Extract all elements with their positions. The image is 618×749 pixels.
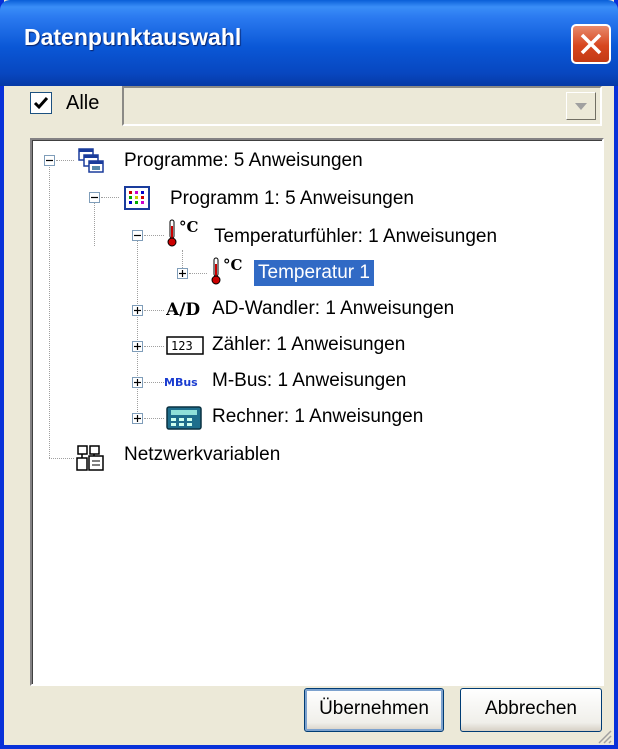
tree-line bbox=[144, 418, 164, 419]
apply-button[interactable]: Übernehmen bbox=[304, 688, 444, 732]
title-bar[interactable]: Datenpunktauswahl bbox=[0, 0, 618, 86]
tree-node-temperaturfuehler[interactable]: Temperaturfühler: 1 Anweisungen bbox=[214, 226, 497, 248]
alle-label[interactable]: Alle bbox=[66, 92, 99, 115]
combo-dropdown-button[interactable] bbox=[566, 92, 596, 120]
thermometer-icon: °C bbox=[167, 218, 199, 247]
checkmark-icon bbox=[33, 97, 49, 110]
expand-toggle[interactable] bbox=[132, 377, 143, 388]
tree-node-programme[interactable]: Programme: 5 Anweisungen bbox=[124, 150, 363, 172]
tree-line bbox=[189, 273, 207, 274]
thermometer-icon: °C bbox=[211, 256, 243, 285]
tree-line bbox=[56, 160, 74, 161]
mbus-icon: MBus bbox=[164, 376, 198, 389]
expand-toggle[interactable] bbox=[177, 268, 188, 279]
svg-text:A/D: A/D bbox=[166, 300, 200, 320]
tree-line bbox=[144, 382, 164, 383]
chevron-down-icon bbox=[575, 103, 587, 110]
programs-icon bbox=[78, 148, 104, 173]
svg-text:°C: °C bbox=[223, 256, 243, 274]
expand-toggle[interactable] bbox=[132, 305, 143, 316]
expand-toggle[interactable] bbox=[132, 413, 143, 424]
collapse-toggle[interactable] bbox=[44, 155, 55, 166]
collapse-toggle[interactable] bbox=[132, 230, 143, 241]
close-icon bbox=[580, 33, 602, 55]
tree-line bbox=[101, 197, 119, 198]
close-button[interactable] bbox=[571, 24, 611, 64]
tree-line bbox=[94, 196, 95, 246]
resize-grip-icon[interactable] bbox=[596, 728, 612, 744]
datapoint-tree[interactable]: Programme: 5 Anweisungen Programm 1: 5 A… bbox=[30, 138, 604, 686]
tree-line bbox=[49, 158, 50, 458]
network-variables-icon bbox=[76, 445, 104, 471]
cancel-button[interactable]: Abbrechen bbox=[460, 688, 602, 732]
alle-checkbox[interactable] bbox=[30, 92, 52, 114]
svg-text:123: 123 bbox=[171, 339, 193, 353]
tree-node-zaehler[interactable]: Zähler: 1 Anweisungen bbox=[212, 334, 405, 356]
tree-line bbox=[144, 346, 164, 347]
window-title: Datenpunktauswahl bbox=[24, 24, 242, 50]
tree-line bbox=[137, 232, 138, 420]
calculator-icon bbox=[166, 406, 202, 430]
tree-node-rechner[interactable]: Rechner: 1 Anweisungen bbox=[212, 406, 423, 428]
ad-converter-icon: A/D bbox=[166, 300, 200, 320]
tree-line bbox=[49, 458, 74, 459]
tree-node-m-bus[interactable]: M-Bus: 1 Anweisungen bbox=[212, 370, 406, 392]
tree-node-netzwerkvariablen[interactable]: Netzwerkvariablen bbox=[124, 444, 280, 466]
expand-toggle[interactable] bbox=[132, 341, 143, 352]
tree-node-ad-wandler[interactable]: AD-Wandler: 1 Anweisungen bbox=[212, 298, 454, 320]
tree-node-temperatur-1[interactable]: Temperatur 1 bbox=[253, 259, 375, 287]
tree-line bbox=[144, 235, 164, 236]
svg-text:MBus: MBus bbox=[164, 376, 198, 389]
tree-node-programm-1[interactable]: Programm 1: 5 Anweisungen bbox=[170, 188, 414, 210]
filter-combobox[interactable] bbox=[122, 86, 602, 126]
svg-text:°C: °C bbox=[179, 218, 199, 236]
counter-icon: 123 bbox=[166, 336, 204, 355]
collapse-toggle[interactable] bbox=[89, 192, 100, 203]
tree-line bbox=[144, 310, 164, 311]
program-grid-icon bbox=[124, 186, 150, 210]
